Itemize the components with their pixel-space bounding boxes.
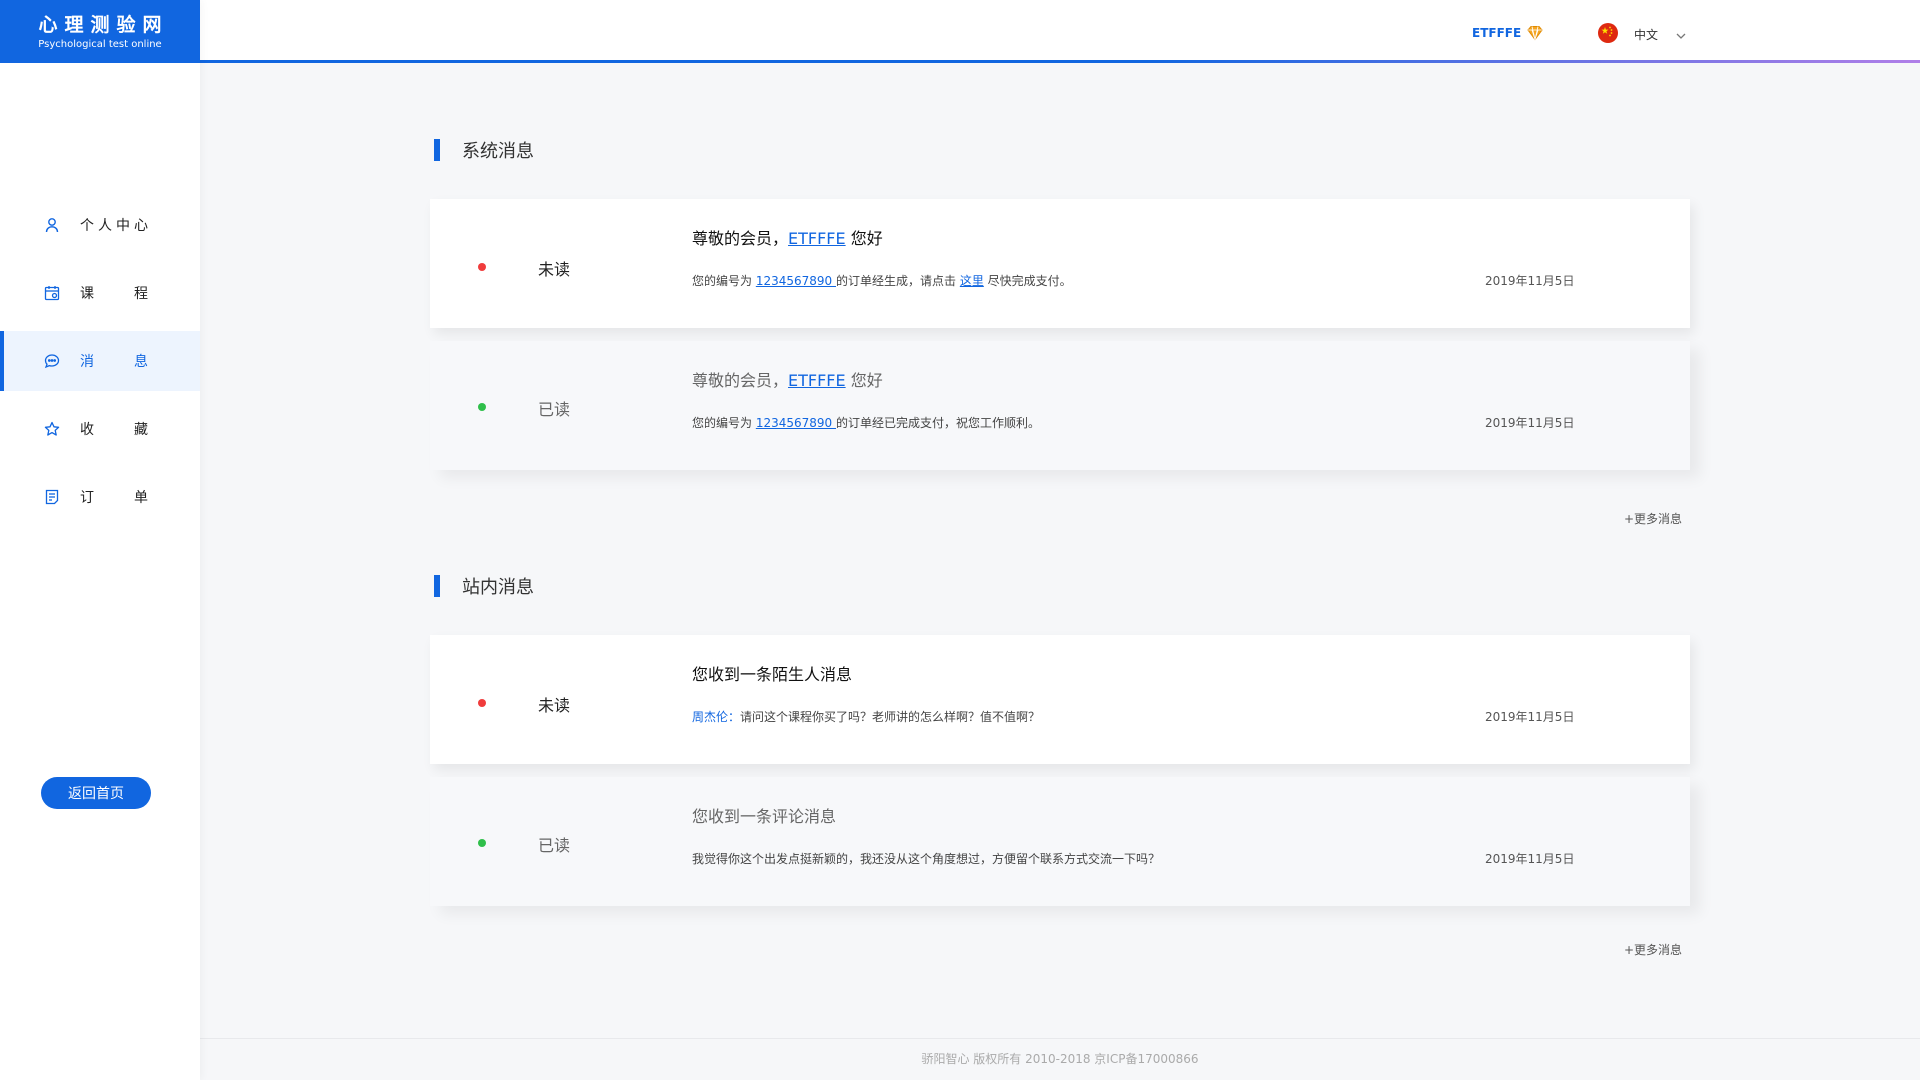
star-icon (44, 421, 60, 437)
body-text: 尽快完成支付。 (983, 274, 1072, 288)
message-status: 未读 (538, 260, 571, 279)
body-text: 的订单经已完成支付，祝您工作顺利。 (836, 416, 1041, 430)
body-text: 您的编号为 (692, 274, 756, 288)
china-flag-icon[interactable] (1598, 23, 1618, 43)
message-body: 周杰伦：请问这个课程你买了吗？老师讲的怎么样啊？值不值啊？ (692, 708, 1040, 725)
member-name-link[interactable]: ETFFFE (788, 229, 846, 248)
title-prefix: 尊敬的会员， (692, 229, 789, 248)
top-header: ETFFFE 中文 (200, 0, 1920, 63)
message-date: 2019年11月5日 (1485, 416, 1575, 430)
sidebar-item-label: 收藏 (80, 422, 148, 438)
message-title: 尊敬的会员，ETFFFE 您好 (692, 367, 883, 391)
user-icon (44, 217, 60, 233)
unread-dot (478, 699, 486, 707)
more-system-messages-link[interactable]: +更多消息 (1624, 510, 1682, 527)
sidebar-item-courses[interactable]: 课程 (0, 263, 200, 323)
site-logo[interactable]: 心理测验网 Psychological test online (0, 0, 200, 63)
message-date: 2019年11月5日 (1485, 710, 1575, 724)
title-suffix: 您好 (845, 371, 883, 390)
message-body: 您的编号为 1234567890 的订单经生成，请点击 这里 尽快完成支付。 (692, 272, 1072, 289)
message-date: 2019年11月5日 (1485, 274, 1575, 288)
sidebar-item-label: 订单 (80, 490, 148, 506)
unread-dot (478, 263, 486, 271)
message-status: 已读 (538, 400, 571, 419)
message-title: 您收到一条陌生人消息 (692, 665, 853, 684)
message-card-read[interactable]: 已读 您收到一条评论消息 我觉得你这个出发点挺新颖的，我还没从这个角度想过，方便… (430, 777, 1690, 906)
read-dot (478, 403, 486, 411)
message-status: 未读 (538, 696, 571, 715)
copyright-text: 骄阳智心 版权所有 2010-2018 京ICP备17000866 (921, 1052, 1199, 1066)
message-body: 您的编号为 1234567890 的订单经已完成支付，祝您工作顺利。 (692, 414, 1040, 431)
message-status: 已读 (538, 836, 571, 855)
title-prefix: 尊敬的会员， (692, 371, 789, 390)
section-title-site-messages: 站内消息 (434, 573, 534, 599)
back-home-button[interactable]: 返回首页 (41, 777, 151, 809)
header-gradient-line (200, 60, 1920, 63)
body-text: 您的编号为 (692, 416, 756, 430)
section-title-text: 系统消息 (462, 141, 534, 162)
calendar-icon (44, 285, 60, 301)
footer: 骄阳智心 版权所有 2010-2018 京ICP备17000866 (200, 1038, 1920, 1080)
language-selector[interactable]: 中文 (1634, 26, 1658, 43)
section-title-text: 站内消息 (462, 577, 534, 598)
member-name-link[interactable]: ETFFFE (788, 371, 846, 390)
logo-subtitle: Psychological test online (38, 39, 162, 50)
title-suffix: 您好 (845, 229, 883, 248)
read-dot (478, 839, 486, 847)
sidebar-item-favorites[interactable]: 收藏 (0, 399, 200, 459)
document-icon (44, 489, 60, 505)
sidebar-item-label: 个人中心 (80, 218, 148, 234)
more-site-messages-link[interactable]: +更多消息 (1624, 941, 1682, 958)
section-title-system-messages: 系统消息 (434, 137, 534, 163)
message-title: 尊敬的会员，ETFFFE 您好 (692, 225, 883, 249)
body-text: 的订单经生成，请点击 (836, 274, 960, 288)
message-card-read[interactable]: 已读 尊敬的会员，ETFFFE 您好 您的编号为 1234567890 的订单经… (430, 341, 1690, 470)
sidebar-item-label: 课程 (80, 286, 148, 302)
username-link[interactable]: ETFFFE (1472, 26, 1521, 40)
section-accent-bar (434, 139, 440, 161)
order-number-link[interactable]: 1234567890 (756, 416, 836, 430)
body-text: 请问这个课程你买了吗？老师讲的怎么样啊？值不值啊？ (740, 710, 1041, 724)
sidebar: 心理测验网 Psychological test online 个人中心 课程 (0, 0, 200, 1080)
message-body: 我觉得你这个出发点挺新颖的，我还没从这个角度想过，方便留个联系方式交流一下吗？ (692, 852, 1161, 866)
chat-icon (44, 353, 60, 369)
diamond-icon[interactable] (1526, 24, 1544, 42)
section-accent-bar (434, 575, 440, 597)
sidebar-item-personal-center[interactable]: 个人中心 (0, 195, 200, 255)
message-date: 2019年11月5日 (1485, 852, 1575, 866)
sidebar-item-orders[interactable]: 订单 (0, 467, 200, 527)
logo-title: 心理测验网 (38, 14, 169, 36)
sidebar-item-messages[interactable]: 消息 (0, 331, 200, 391)
sender-name[interactable]: 周杰伦： (692, 710, 740, 724)
sidebar-item-label: 消息 (80, 354, 148, 370)
chevron-down-icon[interactable] (1675, 27, 1687, 39)
pay-here-link[interactable]: 这里 (960, 274, 984, 288)
order-number-link[interactable]: 1234567890 (756, 274, 836, 288)
message-card-unread[interactable]: 未读 尊敬的会员，ETFFFE 您好 您的编号为 1234567890 的订单经… (430, 199, 1690, 328)
message-card-unread[interactable]: 未读 您收到一条陌生人消息 周杰伦：请问这个课程你买了吗？老师讲的怎么样啊？值不… (430, 635, 1690, 764)
sidebar-nav: 个人中心 课程 消息 收藏 订单 (0, 195, 200, 527)
message-title: 您收到一条评论消息 (692, 807, 837, 826)
